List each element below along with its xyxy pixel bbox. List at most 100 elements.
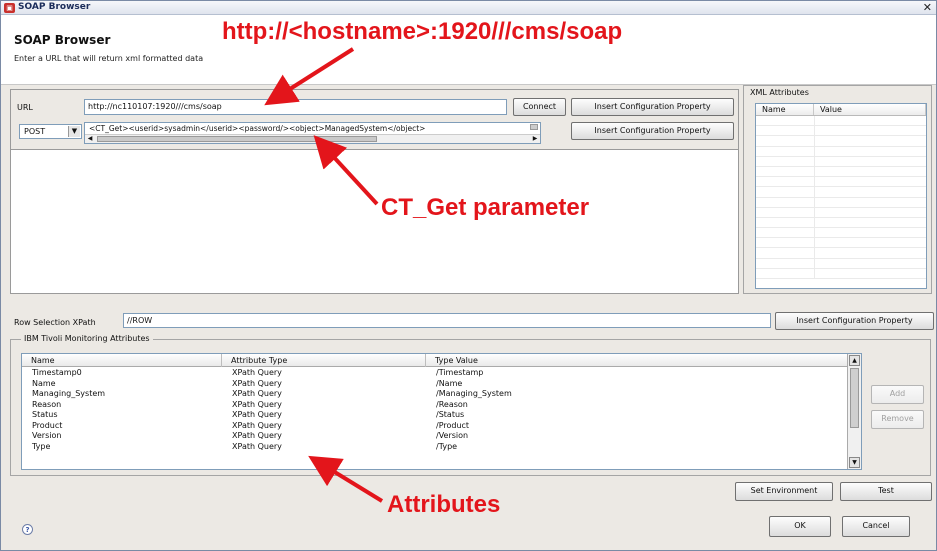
empty-row — [756, 197, 926, 208]
close-icon[interactable]: ✕ — [923, 1, 932, 14]
row-selection-xpath-input[interactable]: //ROW — [123, 313, 771, 328]
cell-name: Status — [32, 410, 58, 419]
column-header-type-value[interactable]: Type Value — [426, 354, 848, 367]
cell-attribute-type: XPath Query — [232, 410, 282, 419]
table-row[interactable]: Status XPath Query /Status — [22, 410, 848, 421]
scroll-up-icon[interactable]: ▲ — [849, 355, 860, 366]
insert-configuration-property-button-2[interactable]: Insert Configuration Property — [571, 122, 734, 140]
attributes-table-body: Timestamp0 XPath Query /Timestamp Name X… — [22, 368, 848, 452]
empty-row — [756, 207, 926, 218]
cell-name: Timestamp0 — [32, 368, 82, 377]
empty-row — [756, 177, 926, 188]
url-label: URL — [17, 103, 33, 112]
attributes-table-header: Name Attribute Type Type Value — [22, 354, 848, 367]
xml-attributes-title: XML Attributes — [750, 88, 809, 97]
annotation-ct-get-parameter: CT_Get parameter — [381, 194, 590, 221]
url-input[interactable]: http://nc110107:1920///cms/soap — [84, 99, 507, 115]
chevron-down-icon[interactable]: ▼ — [68, 126, 80, 137]
table-row[interactable]: Timestamp0 XPath Query /Timestamp — [22, 368, 848, 379]
empty-row — [756, 146, 926, 157]
xml-attributes-header: Name Value — [756, 104, 926, 116]
empty-row — [756, 156, 926, 167]
empty-row — [756, 268, 926, 279]
cell-name: Name — [32, 378, 56, 388]
row-selection-xpath-label: Row Selection XPath — [14, 318, 96, 327]
title-bar: ▣ SOAP Browser ✕ — [1, 1, 936, 15]
cell-name: Managing_System — [32, 389, 106, 398]
set-environment-button[interactable]: Set Environment — [735, 482, 833, 501]
empty-row — [756, 248, 926, 259]
cell-type-value: /Status — [436, 410, 465, 419]
table-row[interactable]: Name XPath Query /Name — [22, 379, 848, 390]
window-title: SOAP Browser — [18, 2, 91, 12]
attributes-table[interactable]: Name Attribute Type Type Value Timestamp… — [21, 353, 862, 470]
connect-button[interactable]: Connect — [513, 98, 566, 116]
request-body-input[interactable]: <CT_Get><userid>sysadmin</userid><passwo… — [84, 122, 541, 144]
remove-button[interactable]: Remove — [871, 410, 924, 429]
cell-type-value: /Reason — [436, 399, 468, 409]
table-row[interactable]: Reason XPath Query /Reason — [22, 400, 848, 411]
empty-row — [756, 136, 926, 147]
insert-configuration-property-button[interactable]: Insert Configuration Property — [571, 98, 734, 116]
column-header-name[interactable]: Name — [756, 104, 814, 115]
empty-row — [756, 187, 926, 198]
method-select[interactable]: POST ▼ — [19, 124, 82, 139]
empty-row — [756, 228, 926, 239]
cell-type-value: /Version — [436, 431, 469, 440]
cell-type-value: /Type — [436, 441, 458, 451]
scroll-left-icon[interactable]: ◀ — [86, 135, 94, 143]
cell-attribute-type: XPath Query — [232, 399, 282, 409]
column-header-attribute-type[interactable]: Attribute Type — [222, 354, 426, 367]
cancel-button[interactable]: Cancel — [842, 516, 910, 537]
empty-row — [756, 166, 926, 178]
annotation-attributes: Attributes — [387, 491, 501, 518]
cell-attribute-type: XPath Query — [232, 368, 282, 377]
table-row[interactable]: Managing_System XPath Query /Managing_Sy… — [22, 389, 848, 400]
app-icon: ▣ — [4, 3, 15, 13]
insert-configuration-property-button-3[interactable]: Insert Configuration Property — [775, 312, 934, 330]
soap-browser-window: ▣ SOAP Browser ✕ SOAP Browser Enter a UR… — [0, 0, 937, 551]
column-header-value[interactable]: Value — [814, 104, 926, 115]
request-body-vscroll[interactable] — [530, 124, 538, 130]
cell-name: Type — [32, 441, 51, 451]
table-row[interactable]: Type XPath Query /Type — [22, 442, 848, 453]
annotation-url: http://<hostname>:1920///cms/soap — [222, 18, 623, 45]
cell-name: Version — [32, 431, 62, 440]
cell-type-value: /Product — [436, 420, 470, 430]
scroll-down-icon[interactable]: ▼ — [849, 457, 860, 468]
empty-row — [756, 126, 926, 137]
test-button[interactable]: Test — [840, 482, 932, 501]
cell-type-value: /Name — [436, 378, 463, 388]
cell-type-value: /Timestamp — [436, 368, 484, 377]
scroll-thumb[interactable] — [97, 136, 377, 142]
xml-attributes-table[interactable]: Name Value — [755, 103, 927, 289]
ok-button[interactable]: OK — [769, 516, 831, 537]
column-header-name[interactable]: Name — [22, 354, 222, 367]
attributes-table-vscroll[interactable]: ▲ ▼ — [847, 354, 861, 469]
table-row[interactable]: Product XPath Query /Product — [22, 421, 848, 432]
empty-row — [756, 217, 926, 229]
empty-row — [756, 116, 926, 127]
empty-row — [756, 238, 926, 249]
xml-attributes-panel: XML Attributes Name Value — [743, 85, 932, 294]
cell-type-value: /Managing_System — [436, 389, 512, 398]
request-panel: URL http://nc110107:1920///cms/soap Conn… — [10, 89, 739, 294]
dialog-description: Enter a URL that will return xml formatt… — [14, 54, 204, 63]
cell-attribute-type: XPath Query — [232, 441, 282, 451]
scroll-right-icon[interactable]: ▶ — [531, 135, 539, 143]
cell-attribute-type: XPath Query — [232, 431, 282, 440]
request-controls: URL http://nc110107:1920///cms/soap Conn… — [11, 90, 738, 150]
help-icon[interactable]: ? — [22, 524, 33, 535]
cell-name: Product — [32, 420, 63, 430]
request-body-text: <CT_Get><userid>sysadmin</userid><passwo… — [89, 124, 426, 133]
add-button[interactable]: Add — [871, 385, 924, 404]
scroll-thumb[interactable] — [850, 368, 859, 428]
method-select-value: POST — [24, 127, 46, 136]
cell-attribute-type: XPath Query — [232, 378, 282, 388]
request-body-hscroll[interactable]: ◀ ▶ — [85, 134, 540, 143]
dialog-title: SOAP Browser — [14, 33, 111, 47]
ibm-group-title: IBM Tivoli Monitoring Attributes — [21, 334, 153, 343]
table-row[interactable]: Version XPath Query /Version — [22, 431, 848, 442]
empty-row — [756, 258, 926, 269]
cell-name: Reason — [32, 399, 62, 409]
